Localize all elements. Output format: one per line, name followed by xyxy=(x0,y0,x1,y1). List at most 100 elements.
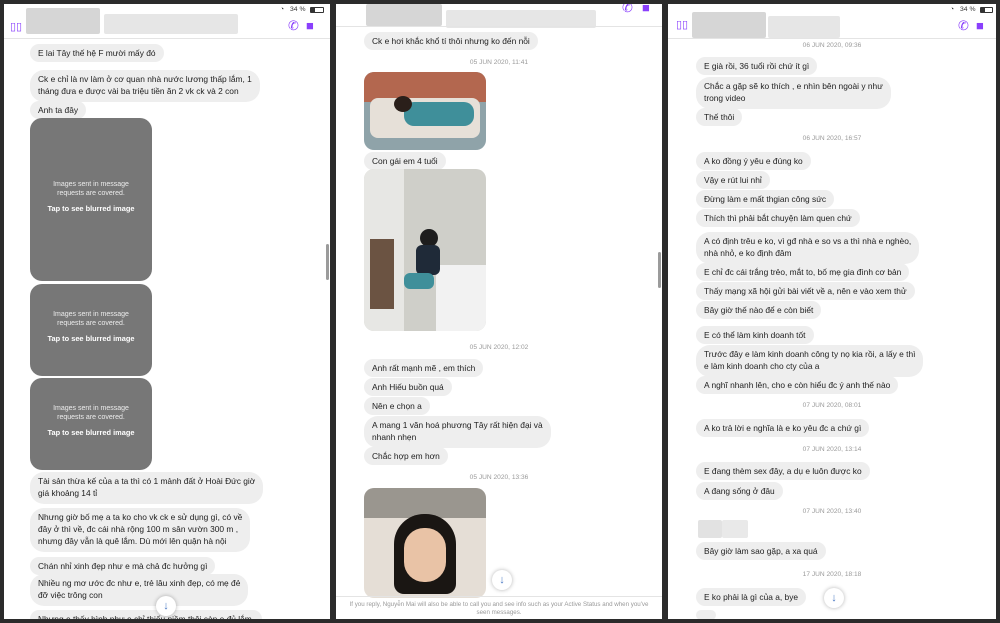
tap-to-see-blurred[interactable]: Tap to see blurred image xyxy=(30,204,152,213)
message-bubble: Đừng làm e mất thgian công sức xyxy=(696,190,835,208)
message-line: Nhưng giờ bố mẹ a ta ko cho vk ck e sử d… xyxy=(38,512,243,522)
sidebar-icon[interactable]: ▯▯ xyxy=(10,20,22,33)
redacted-message xyxy=(722,520,748,538)
message-bubble: Bây giờ làm sao gặp, a xa quá xyxy=(696,542,826,560)
header-divider xyxy=(4,38,330,39)
message-bubble: Anh ta đây xyxy=(30,101,87,119)
message-line: nhanh nhẹn xyxy=(372,432,417,442)
blur-notice: Images sent in message xyxy=(53,181,129,188)
message-bubble: Nhưng e thấy hình như e chỉ thiếu niềm t… xyxy=(30,610,263,619)
message-bubble: Thấy mạng xã hội gửi bài viết về a, nên … xyxy=(696,282,915,300)
timestamp: 05 JUN 2020, 13:36 xyxy=(469,474,529,481)
message-bubble: A nghĩ nhanh lên, cho e còn hiểu đc ý an… xyxy=(696,376,899,394)
message-line: đỡ việc trông con xyxy=(38,590,103,600)
message-bubble: Anh Hiếu buồn quá xyxy=(364,378,452,396)
contact-name-redacted xyxy=(26,8,100,34)
message-bubble: Ck e hơi khắc khổ tí thôi nhưng ko đến n… xyxy=(364,32,538,50)
message-bubble: E có thể làm kinh doanh tốt xyxy=(696,326,814,344)
message-bubble: Nhưng giờ bố mẹ a ta ko cho vk ck e sử d… xyxy=(30,508,251,552)
message-bubble: Trước đây e làm kinh doanh công ty nọ ki… xyxy=(696,345,924,377)
contact-info-redacted xyxy=(104,14,238,34)
contact-info-redacted xyxy=(768,16,840,38)
wifi-icon: ◔ xyxy=(280,6,285,13)
message-line: nhưng đây vẫn là quê lắm. Dù mới lên quậ… xyxy=(38,536,227,546)
battery-label: 34 % xyxy=(290,6,306,13)
blur-notice: requests are covered. xyxy=(57,414,125,421)
down-arrow-icon: ↓ xyxy=(163,600,169,612)
header-divider xyxy=(336,26,662,27)
blurred-image-3[interactable]: Images sent in message requests are cove… xyxy=(30,378,152,470)
blurred-image-2[interactable]: Images sent in message requests are cove… xyxy=(30,284,152,376)
sidebar-icon[interactable]: ▯▯ xyxy=(676,18,688,31)
tap-to-see-blurred[interactable]: Tap to see blurred image xyxy=(30,428,152,437)
message-bubble: E lai Tây thế hệ F mười mấy đó xyxy=(30,44,164,62)
video-icon[interactable]: ■ xyxy=(306,18,314,33)
message-bubble: Chắc hợp em hơn xyxy=(364,447,448,465)
message-bubble: Chắc a gặp sẽ ko thích , e nhìn bên ngoà… xyxy=(696,77,891,109)
photo-woman-sitting[interactable] xyxy=(364,169,486,331)
down-arrow-icon: ↓ xyxy=(499,574,505,586)
timestamp: 05 JUN 2020, 11:41 xyxy=(469,59,529,66)
message-bubble: Ck e chỉ là nv làm ở cơ quan nhà nước lư… xyxy=(30,70,260,102)
message-bubble xyxy=(696,610,716,619)
scroll-down-button[interactable]: ↓ xyxy=(492,570,512,590)
battery-label: 34 % xyxy=(960,6,976,13)
footer-divider xyxy=(336,596,662,597)
tap-to-see-blurred[interactable]: Tap to see blurred image xyxy=(30,334,152,343)
message-bubble: E đang thèm sex đây, a dụ e luôn được ko xyxy=(696,462,870,480)
message-line: đây ở thì về, đc cái nhà rộng 100 m sân … xyxy=(38,524,239,534)
contact-name-redacted xyxy=(692,12,766,38)
phone-icon[interactable]: ✆ xyxy=(622,4,633,16)
timestamp: 07 JUN 2020, 08:01 xyxy=(802,402,862,409)
message-bubble: Thích thì phải bắt chuyện làm quen chứ xyxy=(696,209,860,227)
timestamp: 06 JUN 2020, 09:36 xyxy=(802,42,862,49)
timestamp: 05 JUN 2020, 12:02 xyxy=(469,344,529,351)
battery-icon xyxy=(980,7,993,13)
message-line: Tài sản thừa kế của a ta thì có 1 mảnh đ… xyxy=(38,476,256,486)
video-icon[interactable]: ■ xyxy=(642,4,650,15)
message-line: Ck e chỉ là nv làm ở cơ quan nhà nước lư… xyxy=(38,74,252,84)
message-line: trong video xyxy=(704,93,746,103)
message-bubble: Nhiều ng mơ ước đc như e, trẻ lâu xinh đ… xyxy=(30,574,249,606)
down-arrow-icon: ↓ xyxy=(831,592,837,604)
scroll-down-button[interactable]: ↓ xyxy=(824,588,844,608)
blurred-image-1[interactable]: Images sent in message requests are cove… xyxy=(30,118,152,281)
scroll-down-button[interactable]: ↓ xyxy=(156,596,176,616)
message-bubble: E già rồi, 36 tuổi rồi chứ ít gì xyxy=(696,57,818,75)
message-line: giá khoảng 14 tỉ xyxy=(38,488,98,498)
message-bubble: Thế thôi xyxy=(696,108,743,126)
contact-name-redacted xyxy=(366,4,442,26)
message-line: Chắc a gặp sẽ ko thích , e nhìn bên ngoà… xyxy=(704,81,883,91)
timestamp: 07 JUN 2020, 13:14 xyxy=(802,446,862,453)
message-bubble: E chỉ đc cái trắng trẻo, mắt to, bố mẹ g… xyxy=(696,263,910,281)
message-bubble: A đang sống ở đâu xyxy=(696,482,783,500)
scrollbar[interactable] xyxy=(326,244,329,280)
message-bubble: A có định trêu e ko, vì gđ nhà e so vs a… xyxy=(696,232,920,264)
battery-icon xyxy=(310,7,324,13)
message-line: e làm kinh doanh cho cty của a xyxy=(704,361,820,371)
message-line: nhà nhỏ, e ko định đâm xyxy=(704,248,792,258)
blur-notice: requests are covered. xyxy=(57,190,125,197)
message-line: tháng đưa e được vài ba triệu tiền ăn 2 … xyxy=(38,86,239,96)
message-bubble: Tài sản thừa kế của a ta thì có 1 mảnh đ… xyxy=(30,472,264,504)
timestamp: 06 JUN 2020, 16:57 xyxy=(802,135,862,142)
message-bubble: A ko đồng ý yêu e đúng ko xyxy=(696,152,811,170)
message-bubble: Anh rất mạnh mẽ , em thích xyxy=(364,359,484,377)
phone-icon[interactable]: ✆ xyxy=(958,18,969,34)
message-bubble: Vậy e rút lui nhỉ xyxy=(696,171,770,189)
message-bubble: Bây giờ thế nào để e còn biết xyxy=(696,301,822,319)
message-bubble: E ko phải là gì của a, bye xyxy=(696,588,807,606)
redacted-message xyxy=(698,520,722,538)
chat-panel-right: ◔ 34 % ▯▯ ✆ ■ 06 JUN 2020, 09:36 E già r… xyxy=(668,4,996,619)
timestamp: 07 JUN 2020, 13:40 xyxy=(802,508,862,515)
message-line: Trước đây e làm kinh doanh công ty nọ ki… xyxy=(704,349,916,359)
scrollbar[interactable] xyxy=(658,252,661,288)
message-line: A mang 1 văn hoá phương Tây rất hiện đại… xyxy=(372,420,543,430)
photo-selfie[interactable] xyxy=(364,488,486,598)
phone-icon[interactable]: ✆ xyxy=(288,18,299,34)
message-bubble: A ko trả lời e nghĩa là e ko yêu đc a ch… xyxy=(696,419,870,437)
message-bubble: Chán nhỉ xinh đẹp như e mà chả đc hưởng … xyxy=(30,557,216,575)
photo-sleeping[interactable] xyxy=(364,72,486,150)
video-icon[interactable]: ■ xyxy=(976,18,984,33)
message-bubble: Con gái em 4 tuổi xyxy=(364,152,446,170)
